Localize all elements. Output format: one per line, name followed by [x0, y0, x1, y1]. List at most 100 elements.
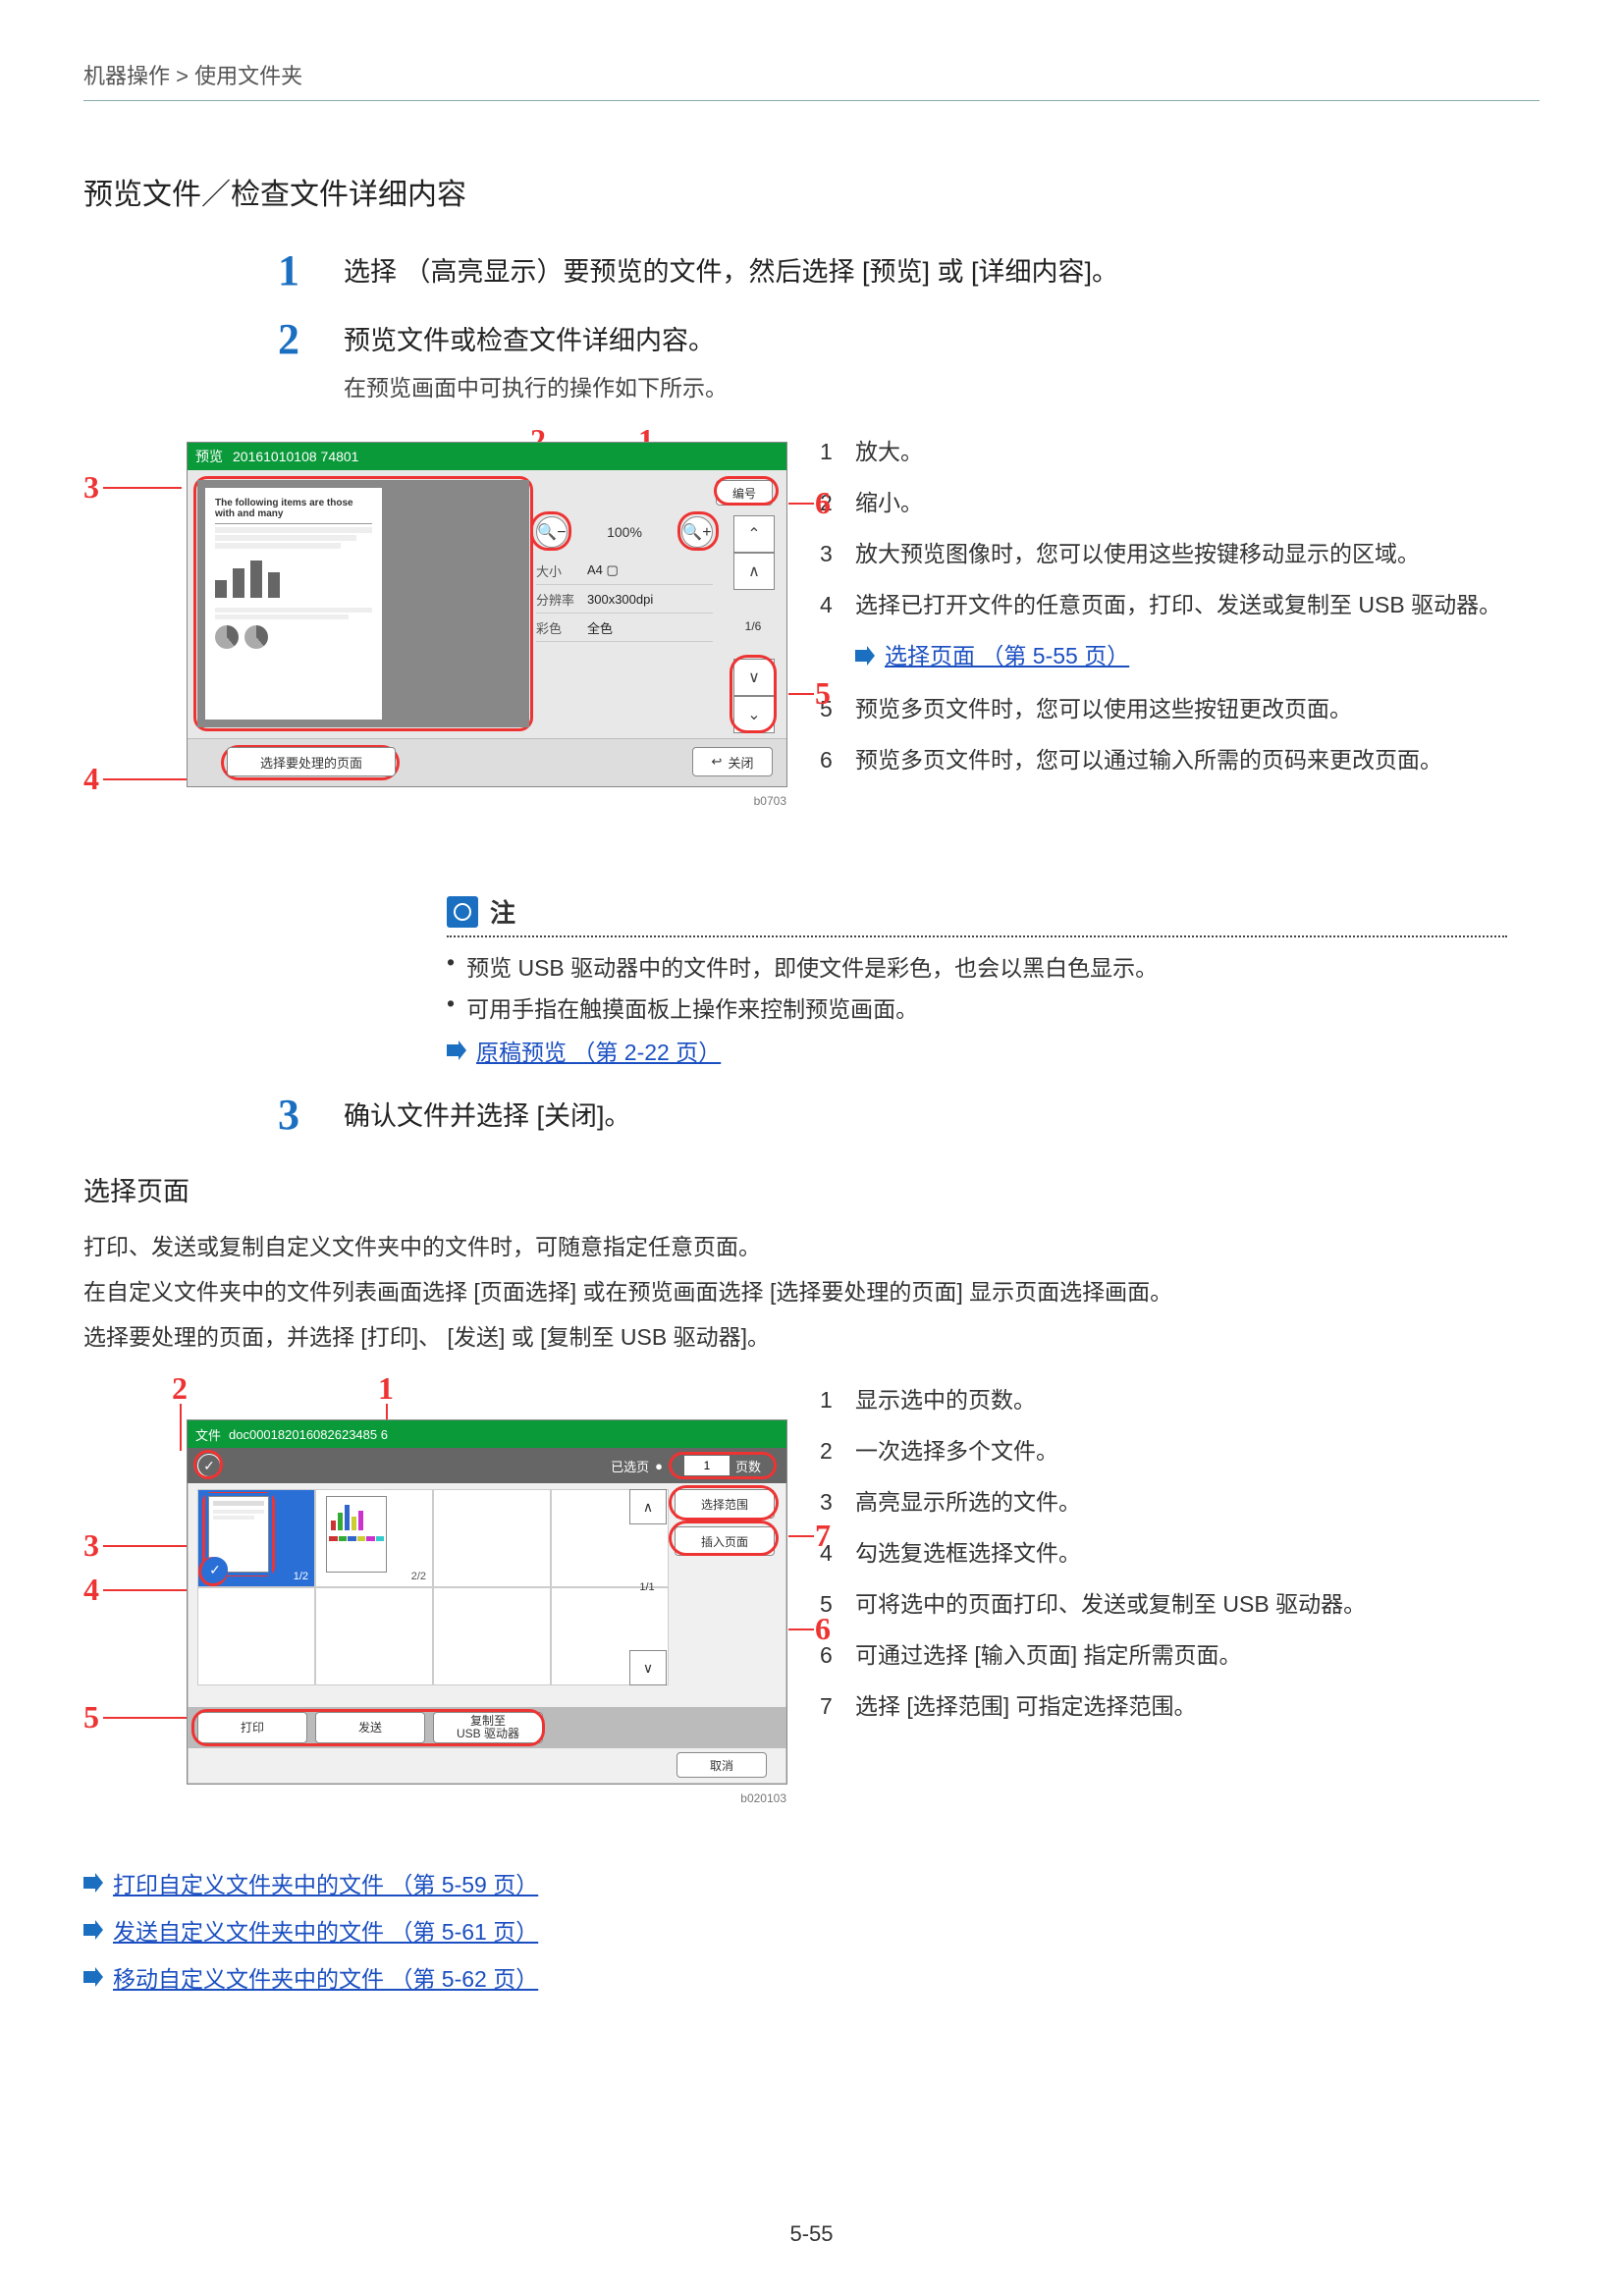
desc-num: 4	[820, 585, 841, 624]
callout-line	[788, 693, 814, 695]
desc2-1: 显示选中的页数。	[855, 1380, 1036, 1419]
callout-ring-1: 1 页数	[669, 1452, 777, 1479]
preview-canvas[interactable]: The following items are those with and m…	[197, 480, 529, 727]
scroll-up-button[interactable]: ∧	[733, 553, 775, 590]
callout-line	[103, 1589, 187, 1591]
preview-titlebar: 预览 20161010108 74801	[188, 443, 786, 470]
prop-color-val: 全色	[587, 618, 713, 637]
close-icon: ↩	[712, 754, 723, 770]
xref-original-preview[interactable]: 原稿预览 （第 2-22 页）	[476, 1034, 721, 1067]
desc-num: 2	[820, 1431, 841, 1470]
callout-line	[180, 1404, 182, 1451]
desc2-4: 勾选复选框选择文件。	[855, 1533, 1081, 1573]
arrow-icon	[83, 1873, 103, 1893]
desc2-7: 选择 [选择范围] 可指定选择范围。	[855, 1686, 1197, 1726]
callout-2-label: 2	[172, 1370, 188, 1407]
subsection-title: 选择页面	[83, 1170, 1540, 1208]
desc-num: 1	[820, 1380, 841, 1419]
cancel-label: 取消	[710, 1757, 733, 1774]
figure-code: b020103	[740, 1791, 786, 1805]
bullet-icon: •	[447, 990, 455, 1024]
callout-line	[103, 1717, 187, 1719]
select-pages-button[interactable]: 选择要处理的页面	[227, 747, 396, 776]
cancel-button[interactable]: 取消	[676, 1752, 767, 1778]
xref-print-custom[interactable]: 打印自定义文件夹中的文件 （第 5-59 页）	[113, 1866, 538, 1899]
page-select-bottom-bar: 打印 发送 复制至 USB 驱动器	[188, 1707, 786, 1748]
prop-res-key: 分辨率	[536, 590, 587, 609]
step-2-subtitle: 在预览画面中可执行的操作如下所示。	[344, 368, 1540, 407]
callout-6-label: 6	[815, 485, 831, 521]
scroll-down-button[interactable]: ∨	[629, 1650, 667, 1685]
step-3-text: 确认文件并选择 [关闭]。	[344, 1096, 1540, 1136]
callout-ring-2	[193, 1450, 223, 1479]
select-page-para-1: 打印、发送或复制自定义文件夹中的文件时，可随意指定任意页面。	[83, 1228, 1540, 1265]
note-title: 注	[490, 893, 515, 930]
page-number: 5-55	[0, 2221, 1623, 2247]
select-page-para-2: 在自定义文件夹中的文件列表画面选择 [页面选择] 或在预览画面选择 [选择要处理…	[83, 1273, 1540, 1310]
desc-3: 放大预览图像时，您可以使用这些按键移动显示的区域。	[855, 534, 1420, 573]
titlebar-docid: doc000182016082623485 6	[229, 1427, 388, 1442]
callout-ring-6	[714, 476, 779, 506]
callout-5-label: 5	[83, 1699, 99, 1735]
callout-line	[103, 1545, 187, 1547]
page-select-toolbar: 已选页 ● 1 页数	[188, 1448, 786, 1483]
page-thumbnail-2[interactable]	[326, 1496, 387, 1573]
figure-code: b0703	[754, 794, 786, 808]
scroll-up-button[interactable]: ∧	[629, 1489, 667, 1524]
preview-document: The following items are those with and m…	[205, 488, 382, 720]
prop-color-key: 彩色	[536, 618, 587, 637]
breadcrumb: 机器操作 > 使用文件夹	[83, 59, 1540, 101]
callout-line	[788, 503, 814, 505]
desc-5: 预览多页文件时，您可以使用这些按钮更改页面。	[855, 689, 1352, 728]
preview-title-label: 预览	[195, 447, 223, 466]
desc2-2: 一次选择多个文件。	[855, 1431, 1058, 1470]
desc-2: 缩小。	[855, 483, 923, 522]
desc2-3: 高亮显示所选的文件。	[855, 1482, 1081, 1522]
step-1-text: 选择 （高亮显示）要预览的文件，然后选择 [预览] 或 [详细内容]。	[344, 252, 1540, 292]
callout-4-label: 4	[83, 761, 99, 797]
zoom-value: 100%	[573, 524, 676, 540]
note-item-1: 预览 USB 驱动器中的文件时，即使文件是彩色，也会以黑白色显示。	[466, 949, 1158, 983]
callout-ring-5	[730, 655, 777, 733]
page-select-titlebar: 文件 doc000182016082623485 6	[188, 1420, 786, 1448]
prop-size-key: 大小	[536, 561, 587, 580]
desc-num: 3	[820, 1482, 841, 1522]
preview-bottom-bar: 选择要处理的页面 ↩ 关闭	[188, 738, 786, 786]
callout-4-label: 4	[83, 1572, 99, 1608]
callout-ring-6-btn	[669, 1521, 779, 1556]
close-button[interactable]: ↩ 关闭	[692, 747, 773, 776]
selected-unit: 页数	[735, 1457, 761, 1475]
page-num-1: 1/2	[294, 1571, 308, 1582]
callout-ring-1	[677, 511, 719, 551]
prop-res-val: 300x300dpi	[587, 592, 713, 607]
callout-line	[788, 1629, 814, 1630]
callout-ring-5	[191, 1709, 545, 1746]
xref-move-custom[interactable]: 移动自定义文件夹中的文件 （第 5-62 页）	[113, 1960, 538, 1994]
select-pages-label: 选择要处理的页面	[260, 753, 362, 772]
callout-5-label: 5	[815, 675, 831, 712]
callout-3-label: 3	[83, 469, 99, 506]
xref-select-page[interactable]: 选择页面 （第 5-55 页）	[885, 636, 1129, 675]
arrow-icon	[83, 1920, 103, 1940]
preview-properties: 大小A4 ▢ 分辨率300x300dpi 彩色全色	[536, 557, 713, 642]
bullet-icon: •	[447, 949, 455, 983]
page-select-panel: 文件 doc000182016082623485 6 已选页 ● 1 页数	[187, 1419, 787, 1785]
note-icon	[447, 896, 478, 928]
selected-count: 1	[684, 1456, 730, 1475]
xref-send-custom[interactable]: 发送自定义文件夹中的文件 （第 5-61 页）	[113, 1913, 538, 1947]
desc-4: 选择已打开文件的任意页面，打印、发送或复制至 USB 驱动器。	[855, 585, 1501, 624]
arrow-icon	[83, 1967, 103, 1987]
selected-dot: ●	[655, 1459, 663, 1473]
step-1-number: 1	[83, 252, 299, 292]
callout-1-label: 1	[378, 1370, 394, 1407]
desc-num: 1	[820, 432, 841, 471]
desc2-6: 可通过选择 [输入页面] 指定所需页面。	[855, 1635, 1242, 1675]
step-2-number: 2	[83, 321, 299, 407]
note-item-2: 可用手指在触摸面板上操作来控制预览画面。	[466, 990, 918, 1024]
scroll-top-button[interactable]: ⌃	[733, 515, 775, 553]
desc2-5: 可将选中的页面打印、发送或复制至 USB 驱动器。	[855, 1584, 1366, 1624]
titlebar-pre: 文件	[195, 1425, 221, 1444]
page-checkbox-1[interactable]: ✓	[202, 1557, 228, 1582]
doc-title: The following items are those with and m…	[215, 498, 372, 519]
step-3-number: 3	[83, 1096, 299, 1136]
